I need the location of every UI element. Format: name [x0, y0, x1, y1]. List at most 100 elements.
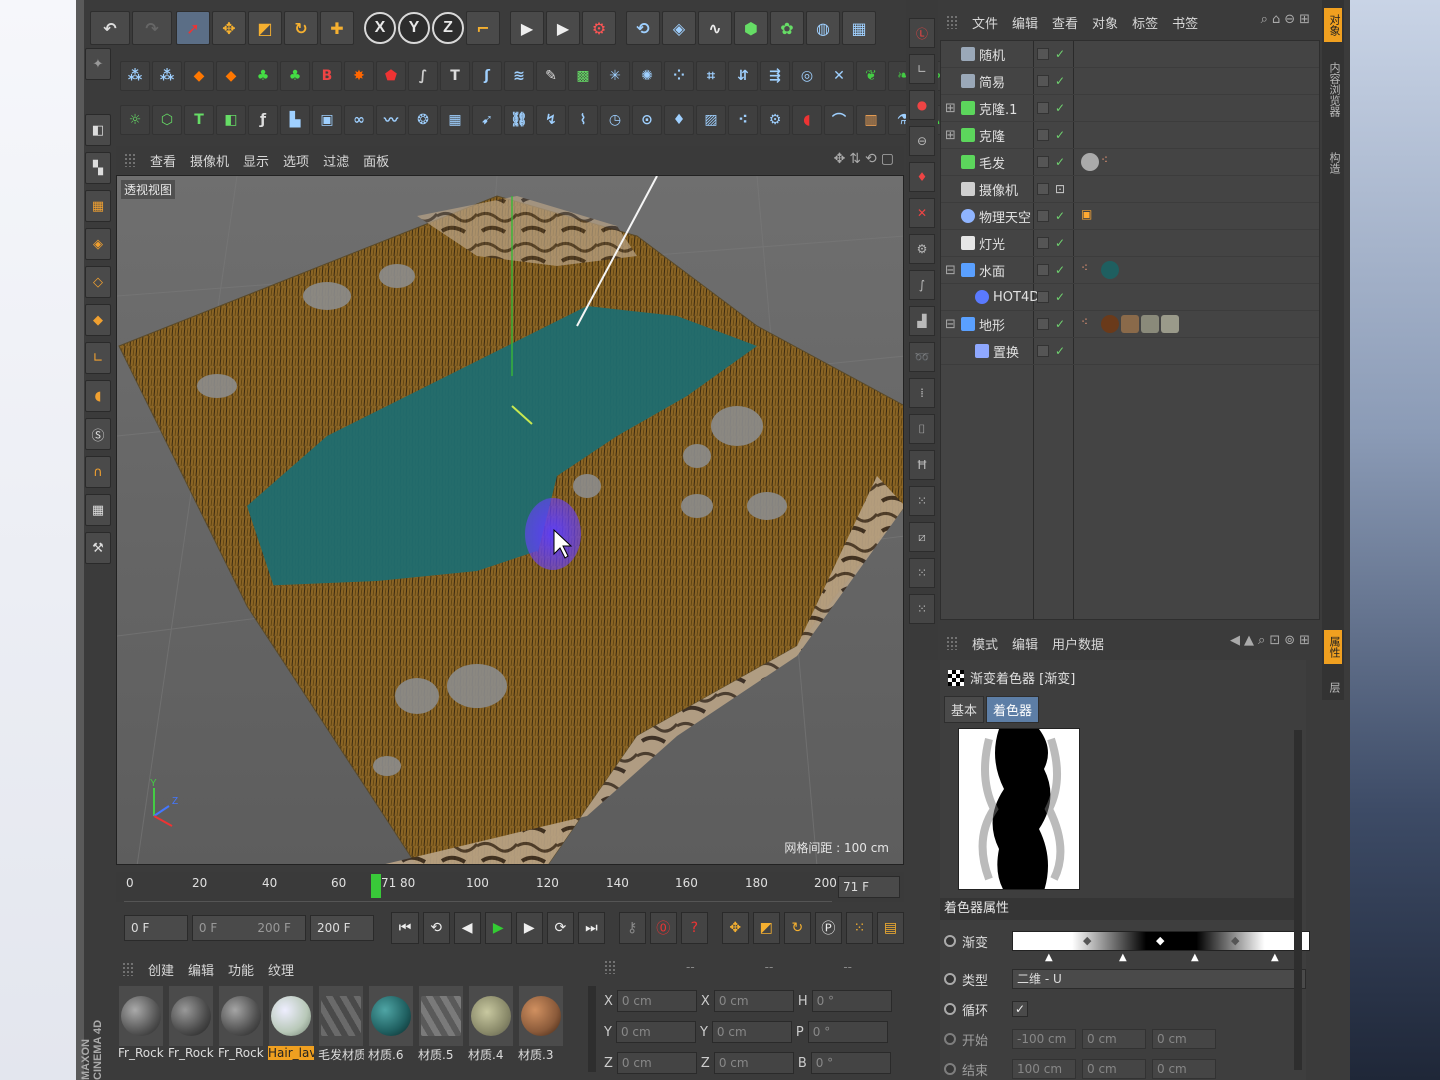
- mograph-tool-17[interactable]: ✺: [632, 61, 662, 91]
- autokey-button[interactable]: ⓪: [649, 912, 677, 944]
- strip-tool-1[interactable]: Ⓛ: [909, 18, 935, 48]
- key-rotation-button[interactable]: ↻: [783, 912, 811, 944]
- dots-tag-icon[interactable]: ⁖: [1081, 315, 1099, 333]
- enabled-check-icon[interactable]: ✓: [1055, 47, 1065, 61]
- collapse-icon[interactable]: ⊟: [945, 317, 956, 332]
- deformer-button[interactable]: ◍: [806, 11, 840, 45]
- material-item[interactable]: 材质.4: [468, 986, 514, 1070]
- om-menu-tags[interactable]: 标签: [1132, 13, 1158, 32]
- size-z-field[interactable]: 0 cm: [713, 1052, 794, 1074]
- plugin-tool-6[interactable]: ▙: [280, 105, 310, 135]
- layer-flag[interactable]: [1037, 102, 1049, 114]
- rock-material-tag-3[interactable]: [1161, 315, 1179, 333]
- layer-flag[interactable]: [1037, 129, 1049, 141]
- strip-tool-12[interactable]: ⌷: [909, 414, 935, 444]
- layer-flag[interactable]: [1037, 75, 1049, 87]
- end-z-field[interactable]: 0 cm: [1152, 1059, 1216, 1079]
- am-nav-icons[interactable]: ◀▲⌕⊡⊚⊞: [1230, 633, 1314, 648]
- tab-layers[interactable]: 层: [1324, 676, 1342, 699]
- material-item[interactable]: 材质.6: [368, 986, 414, 1070]
- om-menu-bookmarks[interactable]: 书签: [1172, 13, 1198, 32]
- perspective-viewport[interactable]: Y Z 透视视图 网格间距 : 100 cm: [116, 175, 904, 865]
- dots-tag-icon[interactable]: ⁖: [1101, 153, 1119, 171]
- go-to-start-button[interactable]: ⏮: [391, 912, 419, 944]
- plugin-tool-14[interactable]: ↯: [536, 105, 566, 135]
- record-keys-button[interactable]: ⚷: [618, 912, 646, 944]
- snap-tool-button[interactable]: ✦: [85, 48, 111, 80]
- axis-x-button[interactable]: X: [364, 12, 396, 44]
- enabled-check-icon[interactable]: ✓: [1055, 74, 1065, 88]
- cycle-checkbox[interactable]: ✓: [1012, 1001, 1028, 1017]
- viewport-menu-panel[interactable]: 面板: [363, 151, 389, 170]
- object-row-cloner-1[interactable]: ⊞ 克隆.1 ✓: [941, 95, 1319, 122]
- mograph-tool-2[interactable]: ⁂: [152, 61, 182, 91]
- tab-objects[interactable]: 对象: [1324, 8, 1342, 42]
- object-row-camera[interactable]: 摄像机 ⊡: [941, 176, 1319, 203]
- strip-tool-8[interactable]: ∫: [909, 270, 935, 300]
- tab-attributes[interactable]: 属性: [1324, 630, 1342, 664]
- cloner-button[interactable]: ✿: [770, 11, 804, 45]
- mograph-tool-14[interactable]: ✎: [536, 61, 566, 91]
- start-z-field[interactable]: 0 cm: [1152, 1029, 1216, 1049]
- sky-tag-icon[interactable]: ▣: [1081, 207, 1099, 225]
- layer-flag[interactable]: [1037, 156, 1049, 168]
- key-pla-button[interactable]: ⁙: [845, 912, 873, 944]
- object-row-light[interactable]: 灯光 ✓: [941, 230, 1319, 257]
- lock-workplane-button[interactable]: ▦: [85, 494, 111, 526]
- strip-tool-7[interactable]: ⚙: [909, 234, 935, 264]
- move-tool-button[interactable]: ✥: [212, 11, 246, 45]
- enabled-check-icon[interactable]: ✓: [1055, 317, 1065, 331]
- key-parameter-button[interactable]: Ⓟ: [814, 912, 842, 944]
- undo-button[interactable]: ↶: [90, 11, 130, 45]
- mograph-tool-7[interactable]: B: [312, 61, 342, 91]
- layer-flag[interactable]: [1037, 318, 1049, 330]
- tab-shader[interactable]: 着色器: [986, 696, 1040, 723]
- point-mode-button[interactable]: ◈: [85, 228, 111, 260]
- render-picture-viewer-button[interactable]: ▶: [546, 11, 580, 45]
- am-menu-mode[interactable]: 模式: [972, 634, 998, 653]
- mograph-tool-3[interactable]: ◆: [184, 61, 214, 91]
- plugin-tool-17[interactable]: ⊙: [632, 105, 662, 135]
- add-tool-button[interactable]: ✚: [320, 11, 354, 45]
- select-tool-button[interactable]: ➚: [176, 11, 210, 45]
- start-y-field[interactable]: 0 cm: [1082, 1029, 1146, 1049]
- collapse-icon[interactable]: ⊟: [945, 263, 956, 278]
- animate-radio[interactable]: [944, 1003, 956, 1015]
- texture-mode-button[interactable]: ▚: [85, 152, 111, 184]
- mograph-tool-19[interactable]: ⌗: [696, 61, 726, 91]
- om-menu-file[interactable]: 文件: [972, 13, 998, 32]
- mat-menu-function[interactable]: 功能: [228, 960, 254, 979]
- plugin-tool-3[interactable]: T: [184, 105, 214, 135]
- strip-tool-14[interactable]: ⁙: [909, 486, 935, 516]
- timeline[interactable]: 0 20 40 60 71 80 100 120 140 160 180 200…: [116, 872, 904, 902]
- material-item[interactable]: 材质.5: [418, 986, 464, 1070]
- material-item[interactable]: Fr_Rock: [218, 986, 264, 1070]
- viewport-menu-display[interactable]: 显示: [243, 151, 269, 170]
- tab-basic[interactable]: 基本: [944, 696, 985, 723]
- coordinate-system-button[interactable]: ⌐: [466, 11, 500, 45]
- strip-tool-10[interactable]: ➿: [909, 342, 935, 372]
- mograph-tool-18[interactable]: ⁘: [664, 61, 694, 91]
- object-row-plain[interactable]: 简易 ✓: [941, 68, 1319, 95]
- next-key-button[interactable]: ⟳: [546, 912, 574, 944]
- keyframe-selection-button[interactable]: ?: [680, 912, 708, 944]
- enabled-check-icon[interactable]: ✓: [1055, 209, 1065, 223]
- mograph-tool-24[interactable]: ❦: [856, 61, 886, 91]
- mograph-tool-22[interactable]: ◎: [792, 61, 822, 91]
- plugin-tool-12[interactable]: ➹: [472, 105, 502, 135]
- polygon-mode-button[interactable]: ◆: [85, 304, 111, 336]
- am-menu-edit[interactable]: 编辑: [1012, 634, 1038, 653]
- plugin-tool-13[interactable]: ⛓: [504, 105, 534, 135]
- subdivision-button[interactable]: ⬢: [734, 11, 768, 45]
- redo-button[interactable]: ↷: [132, 11, 172, 45]
- mograph-tool-15[interactable]: ▩: [568, 61, 598, 91]
- viewport-nav-icons[interactable]: ✥⇅⟲▢: [834, 151, 898, 167]
- strip-tool-11[interactable]: ⁞: [909, 378, 935, 408]
- viewport-menu-cameras[interactable]: 摄像机: [190, 151, 229, 170]
- tweak-mode-button[interactable]: ◖: [85, 380, 111, 412]
- plugin-tool-9[interactable]: 〰: [376, 105, 406, 135]
- target-tag-icon[interactable]: ⊡: [1055, 182, 1065, 196]
- rotation-b-field[interactable]: 0 °: [810, 1052, 891, 1074]
- enabled-check-icon[interactable]: ✓: [1055, 128, 1065, 142]
- plugin-tool-1[interactable]: ☼: [120, 105, 150, 135]
